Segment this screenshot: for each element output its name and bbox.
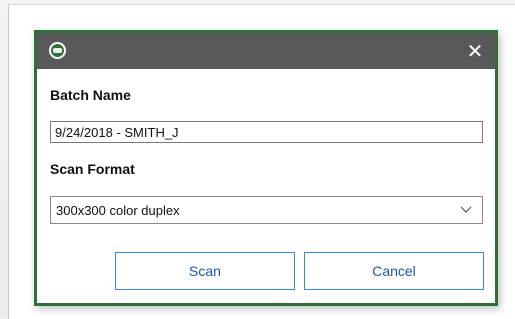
batch-name-input[interactable] bbox=[50, 121, 483, 143]
batch-name-label: Batch Name bbox=[50, 87, 131, 103]
app-logo-icon-inner bbox=[53, 48, 62, 53]
scan-format-select[interactable]: 300x300 color duplex bbox=[50, 196, 483, 224]
dialog-titlebar: ✕ bbox=[37, 33, 495, 69]
scan-batch-dialog: ✕ Batch Name Scan Format 300x300 color d… bbox=[34, 30, 498, 306]
app-logo-icon bbox=[49, 42, 66, 59]
scan-button[interactable]: Scan bbox=[115, 252, 295, 290]
chevron-down-icon bbox=[460, 206, 472, 213]
close-icon[interactable]: ✕ bbox=[463, 39, 487, 63]
cancel-button[interactable]: Cancel bbox=[304, 252, 484, 290]
scan-format-value: 300x300 color duplex bbox=[56, 203, 180, 218]
scan-format-label: Scan Format bbox=[50, 161, 135, 177]
